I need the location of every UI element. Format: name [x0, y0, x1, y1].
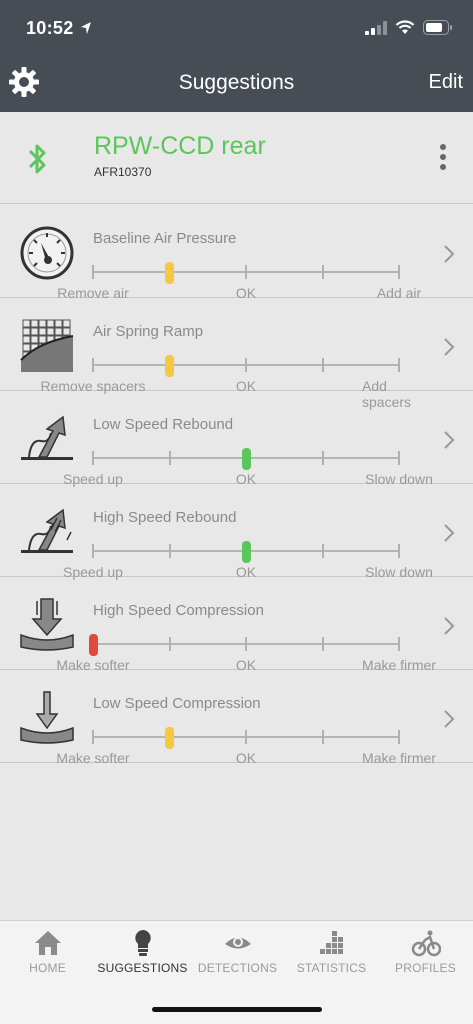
scale-tick: [92, 358, 94, 372]
status-bar: 10:52: [0, 0, 473, 56]
pressure-gauge-icon: [20, 226, 74, 280]
high-speed-compression-icon: [20, 598, 74, 651]
status-time: 10:52: [26, 18, 74, 38]
cyclist-icon: [411, 930, 441, 957]
scale-tick: [321, 265, 324, 279]
scale-tick: [398, 265, 400, 279]
chevron-right-icon: [444, 245, 455, 263]
chevron-right-icon: [444, 338, 455, 356]
suggestion-label: Baseline Air Pressure: [93, 230, 237, 247]
low-speed-compression-icon: [20, 691, 74, 744]
battery-icon: [423, 20, 452, 35]
tab-label: SUGGESTIONS: [97, 961, 188, 975]
eye-icon: [224, 937, 251, 949]
more-options-icon[interactable]: [440, 144, 446, 174]
scale-tick: [398, 637, 400, 651]
scale-tick: [92, 265, 94, 279]
nav-bar: Suggestions Edit: [0, 56, 473, 112]
suggestion-label: High Speed Compression: [93, 602, 264, 619]
scale-mid-label: OK: [235, 750, 257, 766]
chevron-right-icon: [444, 431, 455, 449]
scale-tick: [245, 265, 247, 279]
suggestion-label: Low Speed Compression: [93, 695, 261, 712]
tab-profiles[interactable]: PROFILES: [378, 921, 473, 991]
scale-tick: [321, 544, 324, 558]
suggestion-row[interactable]: Baseline Air Pressure Remove air OK Add air: [0, 205, 473, 301]
location-arrow-icon: [81, 22, 91, 34]
tab-suggestions[interactable]: SUGGESTIONS: [95, 921, 190, 991]
wifi-icon: [395, 20, 415, 34]
scale-tick: [321, 730, 324, 744]
bar-blocks-icon: [319, 931, 343, 954]
scale-tick: [245, 637, 247, 651]
tab-statistics[interactable]: STATISTICS: [284, 921, 379, 991]
scale-tick: [321, 358, 324, 372]
scale-tick: [398, 451, 400, 465]
scale-tick: [398, 544, 400, 558]
suggestion-label: Low Speed Rebound: [93, 416, 234, 433]
scale-left-label: Make softer: [56, 750, 130, 766]
suggestion-row[interactable]: Air Spring Ramp Remove spacers OK Add space…: [0, 298, 473, 410]
bluetooth-icon: [28, 144, 46, 174]
scale-tick: [245, 730, 247, 744]
chevron-right-icon: [444, 617, 455, 635]
suggestion-label: Air Spring Ramp: [93, 323, 204, 340]
suggestion-row[interactable]: High Speed Compression Make softer OK Make …: [0, 577, 473, 673]
chevron-right-icon: [444, 524, 455, 542]
scale-tick: [321, 637, 324, 651]
lightbulb-icon: [134, 930, 151, 956]
scale-right-label: Make firmer: [362, 750, 436, 766]
scale-tick: [245, 358, 247, 372]
suggestion-indicator: [165, 262, 174, 284]
high-speed-rebound-icon: [21, 508, 73, 553]
scale-tick: [398, 730, 400, 744]
tab-home[interactable]: HOME: [0, 921, 95, 991]
home-indicator: [152, 1007, 322, 1012]
scale-tick: [92, 730, 94, 744]
device-id: AFR10370: [94, 165, 152, 179]
cellular-signal-icon: [365, 20, 387, 35]
page-title: Suggestions: [178, 71, 295, 94]
scale-tick: [168, 451, 171, 465]
tab-label: STATISTICS: [296, 961, 367, 975]
suggestion-indicator: [241, 448, 251, 470]
tab-label: HOME: [29, 961, 66, 975]
tab-detections[interactable]: DETECTIONS: [190, 921, 285, 991]
scale-tick: [92, 451, 94, 465]
suggestion-row[interactable]: High Speed Rebound Speed up OK Slow down: [0, 484, 473, 580]
scale-tick: [321, 451, 324, 465]
suggestion-row[interactable]: Low Speed Compression Make softer OK Make f…: [0, 670, 473, 766]
spring-ramp-icon: [20, 319, 74, 372]
suggestion-label: High Speed Rebound: [93, 509, 237, 526]
low-speed-rebound-icon: [21, 415, 73, 460]
edit-button[interactable]: Edit: [429, 71, 463, 94]
tab-label: PROFILES: [395, 961, 456, 975]
tab-label: DETECTIONS: [197, 961, 278, 975]
device-name: RPW-CCD rear: [94, 132, 266, 160]
suggestion-indicator: [241, 541, 251, 563]
suggestion-indicator: [165, 727, 174, 749]
suggestion-row[interactable]: Low Speed Rebound Speed up OK Slow down: [0, 391, 473, 487]
device-row[interactable]: RPW-CCD rear AFR10370: [0, 112, 473, 204]
suggestion-indicator: [165, 355, 174, 377]
home-icon: [34, 931, 61, 955]
suggestion-indicator: [88, 634, 98, 656]
scale-tick: [92, 544, 94, 558]
scale-tick: [398, 358, 400, 372]
chevron-right-icon: [444, 710, 455, 728]
scale-tick: [168, 637, 171, 651]
scale-tick: [168, 544, 171, 558]
